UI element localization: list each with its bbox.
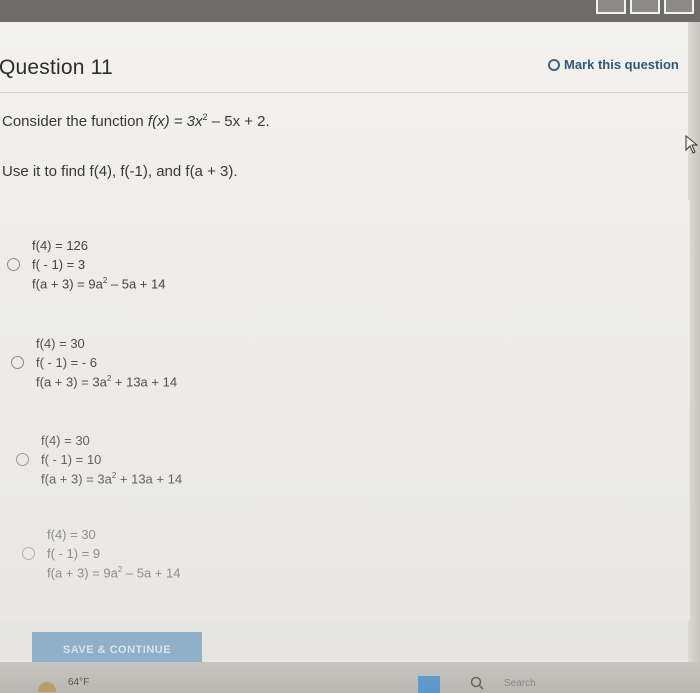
choice-line: f( - 1) = - 6 bbox=[36, 355, 98, 370]
choice-line: f( - 1) = 10 bbox=[41, 452, 102, 467]
choice-line: f(a + 3) = 3a2 + 13a + 14 bbox=[41, 471, 183, 487]
choice-line: f(4) = 30 bbox=[47, 527, 96, 542]
window-top-strip bbox=[0, 0, 700, 22]
windows-start-icon[interactable] bbox=[418, 676, 440, 693]
radio-button[interactable] bbox=[22, 547, 35, 561]
choice-line: f(a + 3) = 9a2 – 5a + 14 bbox=[32, 276, 166, 292]
choice-line: f( - 1) = 3 bbox=[32, 257, 86, 272]
window-control-icon[interactable] bbox=[664, 0, 694, 14]
answer-choice-2[interactable]: f(4) = 30 f( - 1) = - 6 f(a + 3) = 3a2 +… bbox=[11, 336, 177, 389]
mark-question-label: Mark this question bbox=[564, 57, 679, 72]
question-instruction: Use it to find f(4), f(-1), and f(a + 3)… bbox=[2, 163, 238, 180]
radio-button[interactable] bbox=[11, 356, 24, 370]
window-control-icon[interactable] bbox=[630, 0, 660, 14]
prompt-text-end: – 5x + 2. bbox=[207, 113, 270, 130]
mark-question-button[interactable]: Mark this question bbox=[548, 57, 679, 72]
answer-choice-3[interactable]: f(4) = 30 f( - 1) = 10 f(a + 3) = 3a2 + … bbox=[16, 433, 182, 486]
choice-line: f(4) = 30 bbox=[41, 433, 90, 448]
question-title: Question 11 bbox=[0, 56, 113, 79]
choice-line: f(4) = 126 bbox=[32, 238, 89, 253]
search-icon[interactable] bbox=[470, 676, 484, 690]
taskbar bbox=[0, 662, 700, 693]
question-prompt: Consider the function f(x) = 3x2 – 5x + … bbox=[2, 112, 270, 130]
mouse-cursor-icon bbox=[685, 134, 699, 154]
radio-button[interactable] bbox=[16, 453, 29, 467]
choice-line: f(a + 3) = 3a2 + 13a + 14 bbox=[36, 374, 178, 390]
answer-choice-4[interactable]: f(4) = 30 f( - 1) = 9 f(a + 3) = 9a2 – 5… bbox=[22, 527, 180, 580]
choice-line: f(a + 3) = 9a2 – 5a + 14 bbox=[47, 565, 181, 581]
prompt-text: Consider the function bbox=[2, 113, 148, 130]
taskbar-search-input[interactable]: Search bbox=[504, 678, 536, 689]
choice-line: f(4) = 30 bbox=[36, 336, 85, 351]
window-controls bbox=[596, 0, 694, 14]
prompt-function: f(x) = 3x bbox=[147, 113, 203, 130]
weather-temperature[interactable]: 64°F bbox=[68, 677, 89, 688]
window-control-icon[interactable] bbox=[596, 0, 626, 14]
radio-button[interactable] bbox=[7, 258, 20, 272]
choice-line: f( - 1) = 9 bbox=[47, 546, 101, 561]
mark-radio-icon[interactable] bbox=[548, 58, 560, 71]
answer-choice-1[interactable]: f(4) = 126 f( - 1) = 3 f(a + 3) = 9a2 – … bbox=[7, 238, 165, 291]
